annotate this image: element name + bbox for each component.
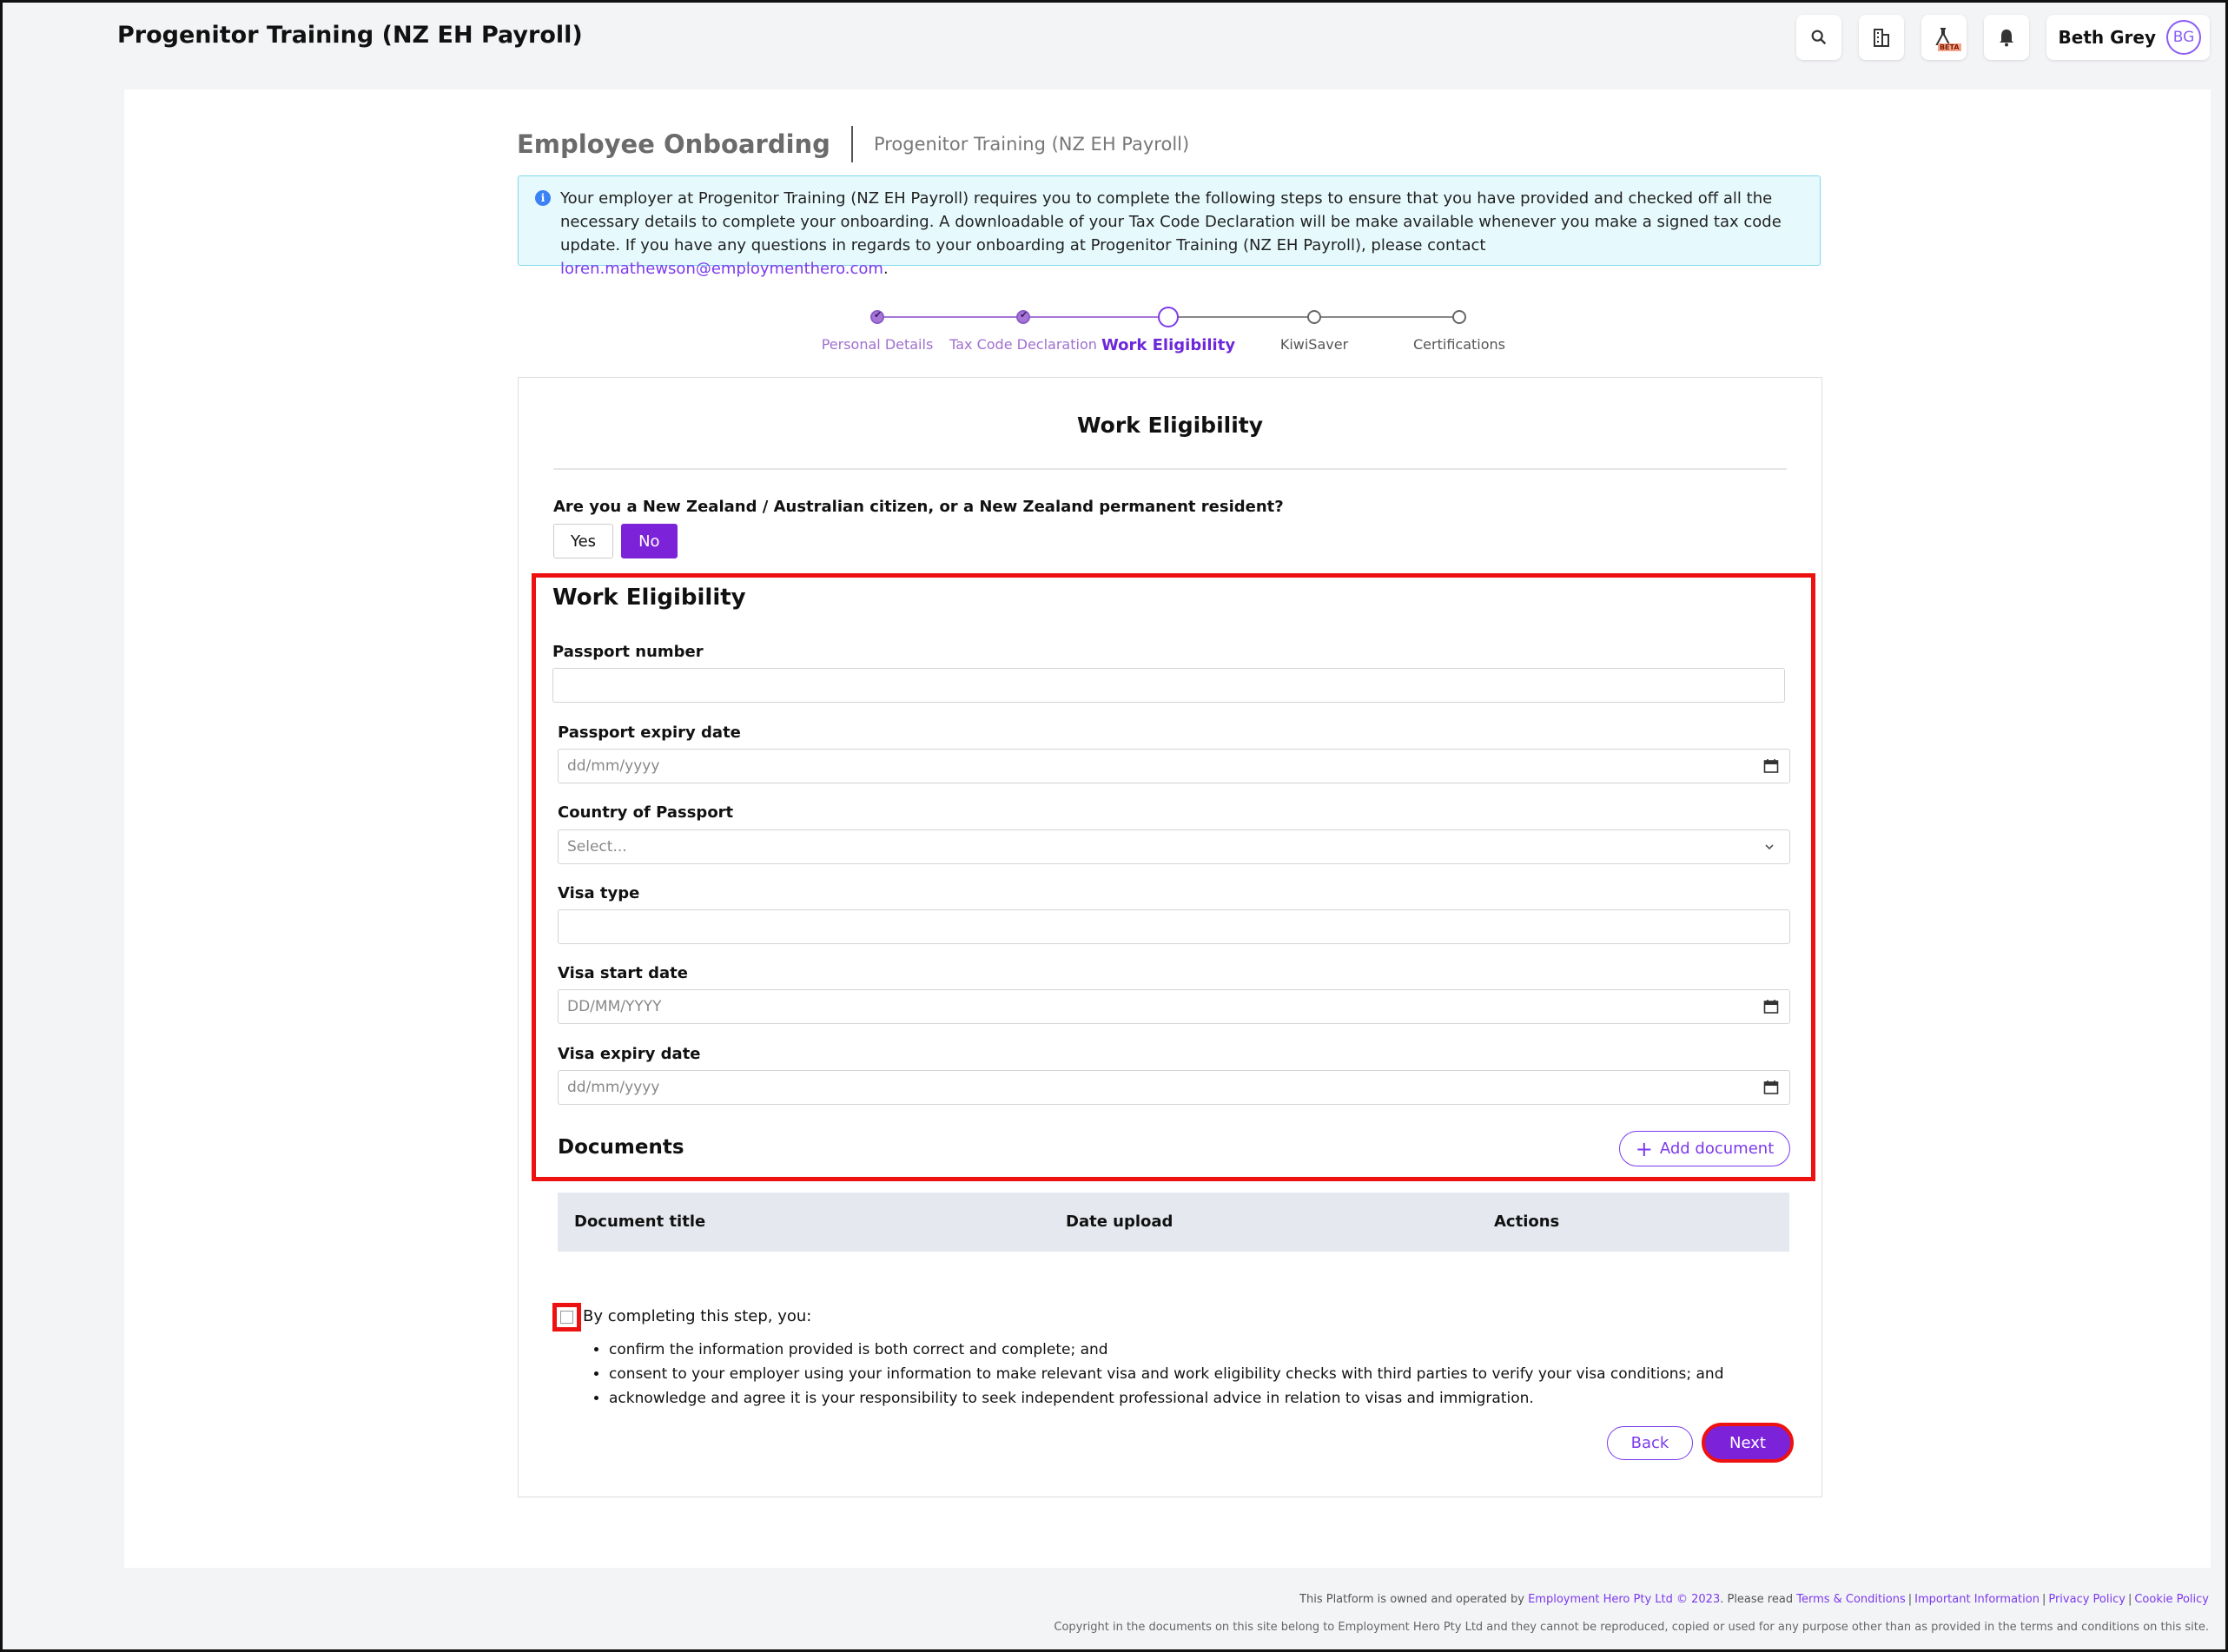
user-menu[interactable]: Beth Grey BG bbox=[2046, 15, 2210, 60]
info-text: Your employer at Progenitor Training (NZ… bbox=[560, 189, 1782, 254]
form-title: Work Eligibility bbox=[1076, 413, 1264, 438]
step-dot-certifications[interactable] bbox=[1452, 310, 1466, 324]
organisation-button[interactable] bbox=[1858, 15, 1904, 60]
building-icon bbox=[1873, 29, 1889, 47]
privacy-link[interactable]: Privacy Policy bbox=[2048, 1593, 2126, 1606]
plus-icon: + bbox=[1635, 1136, 1653, 1161]
checkbox-square bbox=[560, 1311, 573, 1324]
documents-title: Documents bbox=[558, 1136, 684, 1159]
footer-separator: | bbox=[2041, 1593, 2046, 1606]
check-icon: ✔ bbox=[1020, 309, 1028, 320]
page-header: Employee Onboarding Progenitor Training … bbox=[517, 126, 1189, 162]
company-link[interactable]: Employment Hero Pty Ltd © 2023 bbox=[1528, 1593, 1720, 1606]
check-icon: ✔ bbox=[874, 309, 883, 320]
footer-prefix: This Platform is owned and operated by bbox=[1299, 1593, 1529, 1606]
important-info-link[interactable]: Important Information bbox=[1914, 1593, 2040, 1606]
column-document-title: Document title bbox=[574, 1213, 706, 1231]
consent-intro: By completing this step, you: bbox=[583, 1307, 812, 1325]
passport-expiry-label: Passport expiry date bbox=[558, 724, 741, 742]
beta-features-button[interactable]: BETA bbox=[1921, 15, 1967, 60]
step-label-certifications[interactable]: Certifications bbox=[1413, 336, 1505, 353]
visa-expiry-placeholder: dd/mm/yyyy bbox=[567, 1079, 660, 1096]
footer-mid: . Please read bbox=[1720, 1593, 1797, 1606]
onboarding-stepper: ✔ Personal Details ✔ Tax Code Declaratio… bbox=[124, 307, 2211, 359]
citizen-question: Are you a New Zealand / Australian citiz… bbox=[553, 498, 1284, 516]
calendar-icon[interactable] bbox=[1763, 758, 1779, 774]
page-title: Employee Onboarding bbox=[517, 129, 830, 159]
info-banner: i Your employer at Progenitor Training (… bbox=[518, 175, 1821, 278]
top-actions: BETA Beth Grey BG bbox=[1795, 15, 2210, 60]
step-dot-kiwisaver[interactable] bbox=[1307, 310, 1321, 324]
step-dot-tax-code[interactable]: ✔ bbox=[1016, 309, 1030, 324]
title-divider bbox=[553, 468, 1787, 470]
passport-expiry-placeholder: dd/mm/yyyy bbox=[567, 757, 660, 775]
back-button[interactable]: Back bbox=[1607, 1426, 1693, 1460]
country-select[interactable]: Select... bbox=[558, 829, 1790, 864]
calendar-icon[interactable] bbox=[1763, 1080, 1779, 1095]
notifications-button[interactable] bbox=[1983, 15, 2029, 60]
step-label-work-eligibility[interactable]: Work Eligibility bbox=[1101, 336, 1235, 354]
chevron-down-icon bbox=[1765, 844, 1774, 850]
cookie-link[interactable]: Cookie Policy bbox=[2134, 1593, 2209, 1606]
next-button[interactable]: Next bbox=[1702, 1423, 1794, 1463]
add-document-label: Add document bbox=[1659, 1140, 1775, 1158]
footer-separator: | bbox=[1907, 1593, 1913, 1606]
step-label-kiwisaver[interactable]: KiwiSaver bbox=[1280, 336, 1348, 353]
visa-expiry-input[interactable]: dd/mm/yyyy bbox=[558, 1070, 1790, 1105]
documents-table-header: Document title Date upload Actions bbox=[558, 1193, 1789, 1252]
search-button[interactable] bbox=[1795, 15, 1841, 60]
passport-number-input[interactable] bbox=[552, 668, 1785, 703]
info-icon: i bbox=[535, 190, 551, 206]
calendar-icon[interactable] bbox=[1763, 999, 1779, 1014]
footer-line-1: This Platform is owned and operated by E… bbox=[1299, 1593, 2209, 1606]
contact-email-link[interactable]: loren.mathewson@employmenthero.com bbox=[560, 260, 883, 278]
passport-number-label: Passport number bbox=[552, 643, 704, 661]
add-document-button[interactable]: + Add document bbox=[1619, 1131, 1790, 1166]
passport-expiry-input[interactable]: dd/mm/yyyy bbox=[558, 749, 1790, 783]
consent-checkbox[interactable] bbox=[552, 1303, 581, 1332]
top-bar: Progenitor Training (NZ EH Payroll) BETA… bbox=[3, 3, 2225, 74]
user-name: Beth Grey bbox=[2058, 27, 2156, 48]
list-item: acknowledge and agree it is your respons… bbox=[609, 1386, 1724, 1411]
list-item: confirm the information provided is both… bbox=[609, 1338, 1724, 1362]
country-placeholder: Select... bbox=[567, 838, 627, 856]
step-dot-personal-details[interactable]: ✔ bbox=[870, 309, 884, 324]
section-title: Work Eligibility bbox=[552, 585, 746, 611]
search-icon bbox=[1811, 30, 1826, 45]
info-text-end: . bbox=[883, 260, 889, 278]
step-label-tax-code[interactable]: Tax Code Declaration bbox=[949, 336, 1097, 353]
column-actions: Actions bbox=[1494, 1213, 1560, 1231]
terms-link[interactable]: Terms & Conditions bbox=[1796, 1593, 1906, 1606]
visa-expiry-label: Visa expiry date bbox=[558, 1045, 701, 1063]
step-label-personal-details[interactable]: Personal Details bbox=[822, 336, 934, 353]
consent-list: confirm the information provided is both… bbox=[609, 1338, 1724, 1411]
column-date-upload: Date upload bbox=[1066, 1213, 1174, 1231]
visa-start-placeholder: DD/MM/YYYY bbox=[567, 998, 662, 1015]
no-button[interactable]: No bbox=[621, 524, 678, 558]
visa-start-label: Visa start date bbox=[558, 964, 688, 982]
bell-icon bbox=[1999, 30, 2013, 47]
list-item: consent to your employer using your info… bbox=[609, 1362, 1724, 1386]
visa-start-input[interactable]: DD/MM/YYYY bbox=[558, 989, 1790, 1024]
beta-badge: BETA bbox=[1937, 43, 1961, 51]
citizen-toggle: Yes No bbox=[553, 524, 678, 558]
app-title: Progenitor Training (NZ EH Payroll) bbox=[117, 22, 583, 49]
header-divider bbox=[850, 126, 853, 162]
footer-separator: | bbox=[2127, 1593, 2132, 1606]
page-subtitle: Progenitor Training (NZ EH Payroll) bbox=[873, 134, 1190, 155]
avatar: BG bbox=[2166, 20, 2201, 55]
footer-copyright: Copyright in the documents on this site … bbox=[1054, 1621, 2209, 1634]
step-dot-work-eligibility[interactable] bbox=[1158, 307, 1179, 327]
visa-type-label: Visa type bbox=[558, 884, 640, 902]
country-label: Country of Passport bbox=[558, 803, 734, 822]
visa-type-input[interactable] bbox=[558, 909, 1790, 944]
yes-button[interactable]: Yes bbox=[553, 524, 614, 558]
